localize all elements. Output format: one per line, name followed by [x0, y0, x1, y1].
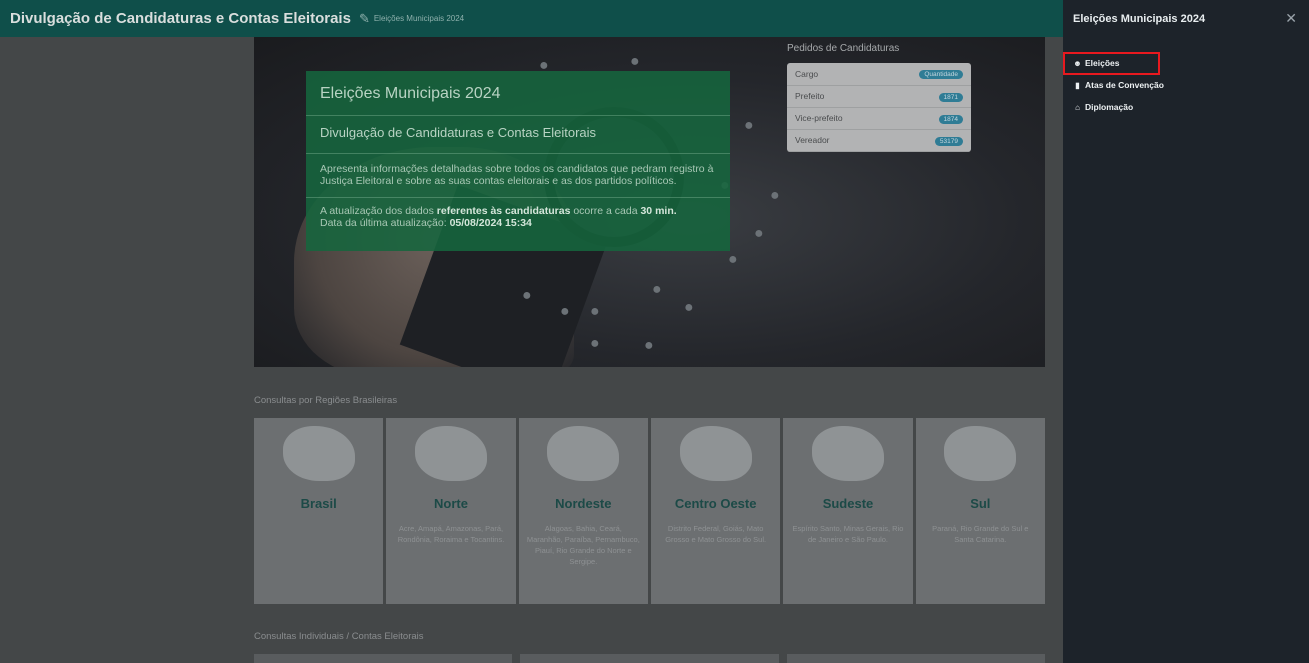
person-icon: ● [754, 225, 764, 242]
region-card-sudeste[interactable]: Sudeste Espírito Santo, Minas Gerais, Ri… [783, 418, 913, 604]
cargo-cell: Vereador [787, 129, 882, 152]
people-icon: ☻ [1073, 58, 1082, 68]
person-icon: ● [522, 287, 532, 304]
person-icon: ● [684, 299, 694, 316]
individual-card[interactable] [520, 654, 779, 663]
pedidos-panel: Pedidos de Candidaturas Cargo Quantidade… [787, 43, 975, 152]
region-states: Alagoas, Bahia, Ceará, Maranhão, Paraíba… [526, 524, 640, 566]
drawer-header: Eleições Municipais 2024 ✕ [1063, 0, 1309, 37]
individual-card[interactable] [254, 654, 513, 663]
region-name: Brasil [300, 496, 337, 511]
brasil-map-icon [282, 426, 355, 481]
table-header-row: Cargo Quantidade [787, 63, 971, 86]
main-page: ● ● ● ● ● ● ● ● ● ● ● ● ● ● Eleições Mun… [0, 37, 1063, 663]
region-name: Nordeste [555, 496, 612, 511]
quantidade-header: Quantidade [919, 70, 963, 80]
pedidos-table: Cargo Quantidade Prefeito 1871 Vice-pref… [787, 63, 971, 152]
close-icon[interactable]: ✕ [1285, 10, 1297, 27]
person-icon: ● [728, 251, 738, 268]
region-name: Sul [970, 496, 991, 511]
region-states: Paraná, Rio Grande do Sul e Santa Catari… [932, 524, 1029, 544]
person-icon: ● [590, 303, 600, 320]
centro-oeste-map-icon [679, 426, 752, 481]
person-icon: ● [590, 335, 600, 352]
person-icon: ● [770, 187, 780, 204]
hero-description: Apresenta informações detalhadas sobre t… [320, 163, 714, 187]
table-row[interactable]: Vereador 53179 [787, 129, 971, 152]
regions-grid: Brasil Norte Acre, Amapá, Amazonas, Pará… [254, 418, 1045, 604]
drawer-item-eleicoes[interactable]: ☻ Eleições [1073, 58, 1120, 68]
region-name: Sudeste [822, 496, 874, 511]
hero-banner: ● ● ● ● ● ● ● ● ● ● ● ● ● ● Eleições Mun… [254, 37, 1045, 367]
side-drawer: Eleições Municipais 2024 ✕ ☻ Eleições ▮ … [1063, 0, 1309, 663]
person-icon: ● [744, 117, 754, 134]
region-card-sul[interactable]: Sul Paraná, Rio Grande do Sul e Santa Ca… [915, 418, 1045, 604]
header-subtitle[interactable]: Eleições Municipais 2024 [374, 14, 464, 23]
app-title[interactable]: Divulgação de Candidaturas e Contas Elei… [10, 10, 351, 27]
table-row[interactable]: Prefeito 1871 [787, 85, 971, 108]
drawer-item-atas[interactable]: ▮ Atas de Convenção [1073, 80, 1164, 90]
person-icon: ● [644, 337, 654, 354]
individual-card[interactable] [786, 654, 1045, 663]
region-card-norte[interactable]: Norte Acre, Amapá, Amazonas, Pará, Rondô… [386, 418, 516, 604]
last-update-value: 05/08/2024 15:34 [449, 217, 532, 229]
hero-subheading: Divulgação de Candidaturas e Contas Elei… [320, 125, 597, 140]
pedidos-title: Pedidos de Candidaturas [787, 43, 900, 54]
person-icon: ● [560, 303, 570, 320]
region-card-centro-oeste[interactable]: Centro Oeste Distrito Federal, Goiás, Ma… [650, 418, 781, 604]
person-icon: ● [630, 53, 640, 70]
document-icon: ▮ [1075, 80, 1080, 90]
drawer-item-label: Atas de Convenção [1085, 80, 1164, 90]
update-info: A atualização dos dados referentes às ca… [320, 205, 677, 229]
individual-cards [254, 654, 1045, 663]
cargo-cell: Prefeito [787, 85, 882, 108]
region-states: Espírito Santo, Minas Gerais, Rio de Jan… [792, 524, 904, 544]
edit-icon[interactable]: ✎ [359, 11, 370, 27]
quantidade-badge: 1871 [938, 92, 963, 102]
person-icon: ● [652, 281, 662, 298]
individual-section-title: Consultas Individuais / Contas Eleitorai… [254, 631, 424, 642]
hero-heading: Eleições Municipais 2024 [320, 85, 501, 102]
divider [306, 197, 730, 198]
drawer-item-label: Eleições [1085, 58, 1120, 68]
region-name: Norte [434, 496, 468, 511]
norte-map-icon [414, 426, 487, 481]
drawer-item-label: Diplomação [1085, 102, 1134, 112]
drawer-item-diplomacao[interactable]: ⌂ Diplomação [1073, 102, 1133, 112]
cargo-cell: Vice-prefeito [787, 107, 882, 130]
quantidade-badge: 53179 [934, 136, 963, 146]
sudeste-map-icon [811, 426, 884, 481]
drawer-title: Eleições Municipais 2024 [1073, 12, 1206, 25]
divider [306, 153, 730, 154]
region-card-nordeste[interactable]: Nordeste Alagoas, Bahia, Ceará, Maranhão… [518, 418, 648, 604]
region-card-brasil[interactable]: Brasil [254, 418, 384, 604]
region-states: Distrito Federal, Goiás, Mato Grosso e M… [665, 524, 767, 544]
cargo-header: Cargo [787, 63, 882, 86]
institution-icon: ⌂ [1075, 102, 1080, 112]
quantidade-badge: 1874 [938, 114, 963, 124]
election-info-box: Eleições Municipais 2024 Divulgação de C… [306, 71, 730, 251]
region-name: Centro Oeste [674, 496, 757, 511]
divider [306, 115, 730, 116]
nordeste-map-icon [547, 426, 620, 481]
table-row[interactable]: Vice-prefeito 1874 [787, 107, 971, 130]
region-states: Acre, Amapá, Amazonas, Pará, Rondônia, R… [397, 524, 505, 544]
regions-section-title: Consultas por Regiões Brasileiras [254, 395, 398, 406]
sul-map-icon [944, 426, 1017, 481]
